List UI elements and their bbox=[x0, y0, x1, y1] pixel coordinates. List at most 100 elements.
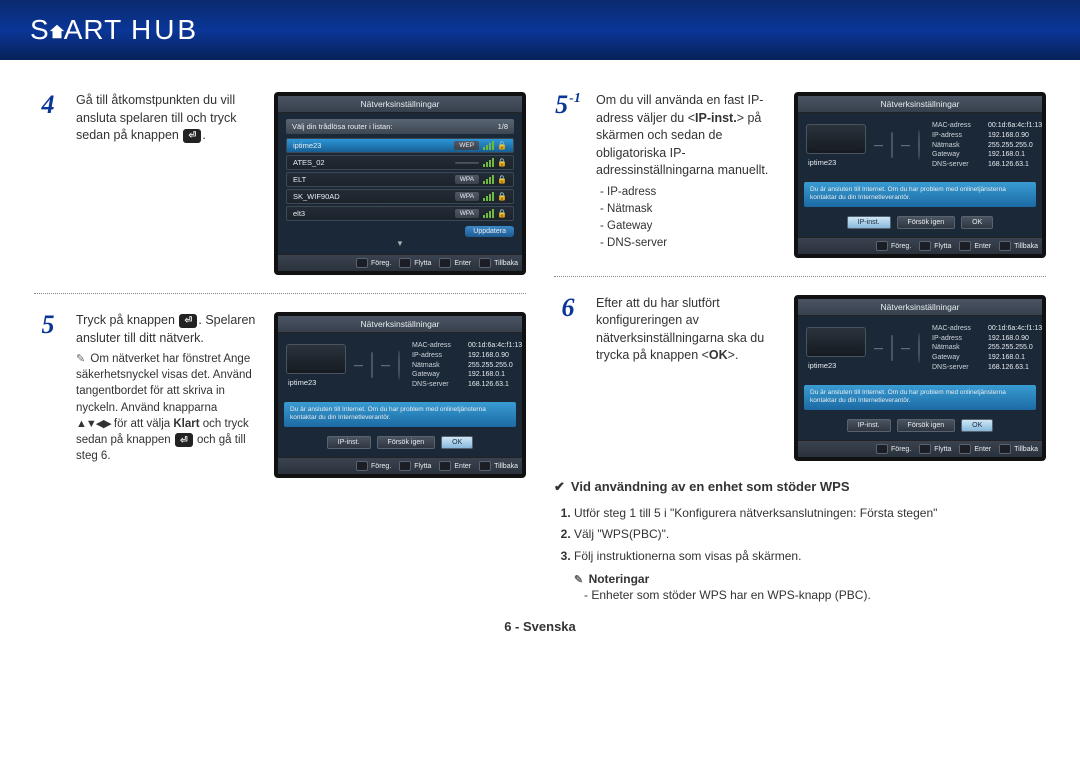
wifi-row[interactable]: elt3 WPA 🔒 bbox=[286, 206, 514, 221]
step-4-text: Gå till åtkomstpunkten du vill ansluta s… bbox=[76, 92, 260, 275]
ip-settings-button[interactable]: IP-inst. bbox=[847, 216, 891, 229]
lock-icon: 🔒 bbox=[497, 192, 507, 201]
screenshot-footer: Föreg. Flytta Enter Tillbaka bbox=[798, 237, 1042, 254]
wifi-prompt: Välj din trådlösa router i listan: bbox=[292, 122, 392, 131]
signal-bars-icon bbox=[483, 192, 494, 201]
brand-header: SART HUB bbox=[0, 0, 1080, 60]
signal-bars-icon bbox=[483, 209, 494, 218]
step-5-1-text: Om du vill använda en fast IP-adress väl… bbox=[596, 92, 780, 258]
screenshot-ip-settings: Nätverksinställningar iptime23 — — MAC-a… bbox=[794, 92, 1046, 258]
router-icon bbox=[891, 132, 893, 158]
wifi-page-indicator: 1/8 bbox=[498, 122, 508, 131]
arrow-keys-icon: ▲▼◀▶ bbox=[76, 417, 111, 432]
wifi-row[interactable]: ELT WPA 🔒 bbox=[286, 172, 514, 187]
footer-enter: Enter bbox=[959, 444, 991, 454]
globe-icon bbox=[918, 333, 920, 363]
router-icon bbox=[371, 352, 373, 378]
ok-button[interactable]: OK bbox=[961, 419, 993, 432]
wps-notes-label: ✎ Noteringar bbox=[574, 572, 1046, 586]
device-icon bbox=[286, 344, 346, 374]
step-number-6: 6 bbox=[554, 295, 582, 461]
note-icon: ✎ bbox=[76, 352, 85, 367]
screenshot-footer: Föreg. Flytta Enter Tillbaka bbox=[278, 254, 522, 271]
divider bbox=[554, 276, 1046, 277]
screenshot-title: Nätverksinställningar bbox=[278, 316, 522, 333]
wps-step-3: Följ instruktionerna som visas på skärme… bbox=[574, 546, 1046, 568]
footer-back: Tillbaka bbox=[479, 258, 518, 268]
connection-message: Du är ansluten till Internet. Om du har … bbox=[804, 182, 1036, 207]
footer-move: Flytta bbox=[919, 444, 951, 454]
wps-steps: Utför steg 1 till 5 i "Konfigurera nätve… bbox=[574, 503, 1046, 568]
wps-section: Vid användning av en enhet som stöder WP… bbox=[554, 479, 1046, 605]
step-number-5: 5 bbox=[34, 312, 62, 478]
retry-button[interactable]: Försök igen bbox=[897, 216, 956, 229]
ip-settings-button[interactable]: IP-inst. bbox=[847, 419, 891, 432]
lock-icon: 🔒 bbox=[497, 209, 507, 218]
footer-enter: Enter bbox=[959, 241, 991, 251]
step-6: 6 Efter att du har slutfört konfigurerin… bbox=[554, 283, 1046, 473]
wifi-row[interactable]: iptime23 WEP 🔒 bbox=[286, 138, 514, 153]
right-column: 5-1 Om du vill använda en fast IP-adress… bbox=[554, 80, 1046, 605]
signal-bars-icon bbox=[483, 175, 494, 184]
connected-ssid: iptime23 bbox=[808, 158, 866, 167]
page-footer: 6 - Svenska bbox=[0, 619, 1080, 634]
globe-icon bbox=[398, 350, 400, 380]
screenshot-title: Nätverksinställningar bbox=[798, 299, 1042, 316]
enter-button-icon: ⏎ bbox=[175, 433, 193, 447]
wps-step-2: Välj "WPS(PBC)". bbox=[574, 524, 1046, 546]
update-button[interactable]: Uppdatera bbox=[465, 226, 514, 237]
note-icon: ✎ bbox=[574, 573, 583, 586]
page-content: 4 Gå till åtkomstpunkten du vill ansluta… bbox=[0, 60, 1080, 605]
globe-icon bbox=[918, 130, 920, 160]
ok-button[interactable]: OK bbox=[441, 436, 473, 449]
left-column: 4 Gå till åtkomstpunkten du vill ansluta… bbox=[34, 80, 526, 605]
connection-message: Du är ansluten till Internet. Om du har … bbox=[804, 385, 1036, 410]
step-5-text: Tryck på knappen ⏎. Spelaren ansluter ti… bbox=[76, 312, 260, 478]
screenshot-title: Nätverksinställningar bbox=[798, 96, 1042, 113]
retry-button[interactable]: Försök igen bbox=[377, 436, 436, 449]
footer-move: Flytta bbox=[399, 461, 431, 471]
footer-enter: Enter bbox=[439, 258, 471, 268]
footer-back: Tillbaka bbox=[479, 461, 518, 471]
connected-ssid: iptime23 bbox=[808, 361, 866, 370]
ip-field-list: IP-adress Nätmask Gateway DNS-server bbox=[600, 184, 780, 253]
smart-home-icon bbox=[48, 16, 66, 34]
footer-back: Tillbaka bbox=[999, 444, 1038, 454]
step-number-4: 4 bbox=[34, 92, 62, 275]
scroll-down-icon: ▼ bbox=[286, 237, 514, 248]
ip-settings-button[interactable]: IP-inst. bbox=[327, 436, 371, 449]
signal-bars-icon bbox=[483, 158, 494, 167]
wps-step-1: Utför steg 1 till 5 i "Konfigurera nätve… bbox=[574, 503, 1046, 525]
lock-icon: 🔒 bbox=[497, 175, 507, 184]
step-5: 5 Tryck på knappen ⏎. Spelaren ansluter … bbox=[34, 300, 526, 490]
step-4: 4 Gå till åtkomstpunkten du vill ansluta… bbox=[34, 80, 526, 287]
wifi-row[interactable]: ATES_02 🔒 bbox=[286, 155, 514, 170]
network-info-table: MAC-adress00:1d:6a:4c:f1:13 IP-adress192… bbox=[932, 324, 1042, 373]
enter-button-icon: ⏎ bbox=[183, 129, 201, 143]
brand-hub: HUB bbox=[131, 14, 199, 45]
screenshot-network-info: Nätverksinställningar iptime23 — — MAC-a… bbox=[274, 312, 526, 478]
wifi-row[interactable]: SK_WIF90AD WPA 🔒 bbox=[286, 189, 514, 204]
step-number-5-1: 5-1 bbox=[554, 92, 582, 258]
signal-bars-icon bbox=[483, 141, 494, 150]
footer-enter: Enter bbox=[439, 461, 471, 471]
step-6-text: Efter att du har slutfört konfigureringe… bbox=[596, 295, 780, 461]
connected-ssid: iptime23 bbox=[288, 378, 346, 387]
footer-back: Tillbaka bbox=[999, 241, 1038, 251]
screenshot-wifi-list: Nätverksinställningar Välj din trådlösa … bbox=[274, 92, 526, 275]
footer-move: Flytta bbox=[919, 241, 951, 251]
screenshot-title: Nätverksinställningar bbox=[278, 96, 522, 113]
divider bbox=[34, 293, 526, 294]
screenshot-footer: Föreg. Flytta Enter Tillbaka bbox=[278, 457, 522, 474]
footer-prev: Föreg. bbox=[356, 258, 391, 268]
ok-button[interactable]: OK bbox=[961, 216, 993, 229]
lock-icon: 🔒 bbox=[497, 141, 507, 150]
lock-icon: 🔒 bbox=[497, 158, 507, 167]
device-icon bbox=[806, 124, 866, 154]
device-icon bbox=[806, 327, 866, 357]
network-info-table: MAC-adress00:1d:6a:4c:f1:13 IP-adress192… bbox=[932, 121, 1042, 170]
footer-move: Flytta bbox=[399, 258, 431, 268]
footer-prev: Föreg. bbox=[876, 241, 911, 251]
retry-button[interactable]: Försök igen bbox=[897, 419, 956, 432]
footer-prev: Föreg. bbox=[876, 444, 911, 454]
